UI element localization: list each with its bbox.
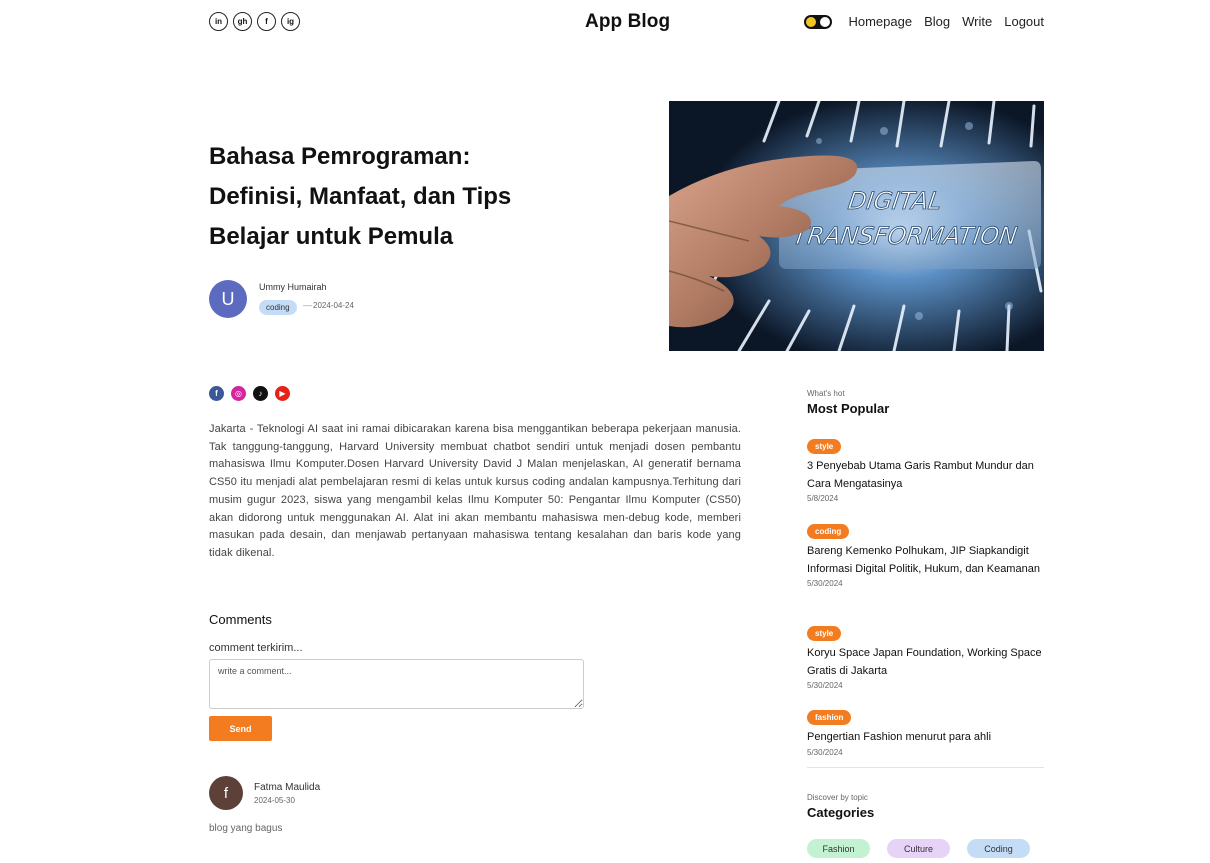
share-icons: f ◎ ♪ ▶ xyxy=(209,386,290,401)
popular-post-date: 5/30/2024 xyxy=(807,747,843,757)
category-list: Fashion Culture Coding xyxy=(807,839,1030,858)
popular-post[interactable]: fashion Pengertian Fashion menurut para … xyxy=(807,707,1044,757)
linkedin-icon[interactable]: in xyxy=(209,12,228,31)
image-caption-line-2: TRANSFORMATION xyxy=(791,222,1019,250)
popular-post-title[interactable]: Pengertian Fashion menurut para ahli xyxy=(807,729,1044,747)
comments-title: Comments xyxy=(209,612,272,627)
nav-logout[interactable]: Logout xyxy=(1004,14,1044,29)
comment-date: 2024-05-30 xyxy=(254,796,295,805)
popular-post-title[interactable]: Koryu Space Japan Foundation, Working Sp… xyxy=(807,645,1044,680)
category-badge[interactable]: coding xyxy=(259,300,297,315)
social-links: in gh f ig xyxy=(209,12,300,31)
category-coding[interactable]: Coding xyxy=(967,839,1030,858)
popular-post[interactable]: style 3 Penyebab Utama Garis Rambut Mund… xyxy=(807,436,1044,503)
site-header: in gh f ig App Blog Homepage Blog Write … xyxy=(209,10,1044,36)
tiktok-icon[interactable]: ♪ xyxy=(253,386,268,401)
most-popular-header: What's hot Most Popular xyxy=(807,389,1044,416)
article-body: Jakarta - Teknologi AI saat ini ramai di… xyxy=(209,423,741,559)
moon-icon xyxy=(806,16,817,27)
category-badge: fashion xyxy=(807,710,852,725)
comment-status: comment terkirim... xyxy=(209,642,303,654)
digital-transformation-image: DIGITAL TRANSFORMATION xyxy=(669,101,1044,351)
popular-subtitle: What's hot xyxy=(807,389,845,398)
category-badge: coding xyxy=(807,524,850,539)
site-logo[interactable]: App Blog xyxy=(585,11,670,33)
instagram-icon[interactable]: ig xyxy=(281,12,300,31)
popular-post-title[interactable]: Bareng Kemenko Polhukam, JIP Siapkandigi… xyxy=(807,543,1044,578)
image-caption-line-1: DIGITAL xyxy=(846,187,943,215)
nav-write[interactable]: Write xyxy=(962,14,992,29)
nav-blog[interactable]: Blog xyxy=(924,14,950,29)
categories-header: Discover by topic Categories xyxy=(807,793,1044,820)
author-name: Ummy Humairah xyxy=(259,282,327,292)
category-badge: style xyxy=(807,439,842,454)
nav-homepage[interactable]: Homepage xyxy=(848,14,912,29)
post-meta: U Ummy Humairah coding — 2024-04-24 xyxy=(209,280,509,318)
category-fashion[interactable]: Fashion xyxy=(807,839,870,858)
post-title: Bahasa Pemrograman: Definisi, Manfaat, d… xyxy=(209,143,512,250)
commenter-avatar: f xyxy=(209,776,243,810)
github-icon[interactable]: gh xyxy=(233,12,252,31)
facebook-icon[interactable]: f xyxy=(209,386,224,401)
instagram-icon[interactable]: ◎ xyxy=(231,386,246,401)
toggle-knob xyxy=(820,16,831,27)
popular-post-date: 5/30/2024 xyxy=(807,681,843,690)
sidebar-divider xyxy=(807,767,1044,768)
categories-title: Categories xyxy=(807,805,875,820)
post-image: DIGITAL TRANSFORMATION xyxy=(669,101,1044,351)
categories-subtitle: Discover by topic xyxy=(807,793,868,802)
popular-post-title[interactable]: 3 Penyebab Utama Garis Rambut Mundur dan… xyxy=(807,458,1044,493)
category-culture[interactable]: Culture xyxy=(887,839,950,858)
main-nav: Homepage Blog Write Logout xyxy=(804,14,1044,29)
separator: — xyxy=(303,300,312,310)
popular-post-date: 5/30/2024 xyxy=(807,579,843,588)
comment-input[interactable] xyxy=(209,659,584,709)
popular-post[interactable]: coding Bareng Kemenko Polhukam, JIP Siap… xyxy=(807,521,1044,588)
post-date: 2024-04-24 xyxy=(313,301,354,310)
category-badge: style xyxy=(807,626,842,641)
youtube-icon[interactable]: ▶ xyxy=(275,386,290,401)
popular-post-date: 5/8/2024 xyxy=(807,494,839,503)
popular-post[interactable]: style Koryu Space Japan Foundation, Work… xyxy=(807,623,1044,690)
send-button[interactable]: Send xyxy=(209,716,272,741)
avatar: U xyxy=(209,280,247,318)
facebook-icon[interactable]: f xyxy=(257,12,276,31)
popular-title: Most Popular xyxy=(807,401,890,416)
theme-toggle[interactable] xyxy=(804,14,833,29)
comment-text: blog yang bagus xyxy=(209,823,283,834)
commenter-name: Fatma Maulida xyxy=(254,782,321,793)
